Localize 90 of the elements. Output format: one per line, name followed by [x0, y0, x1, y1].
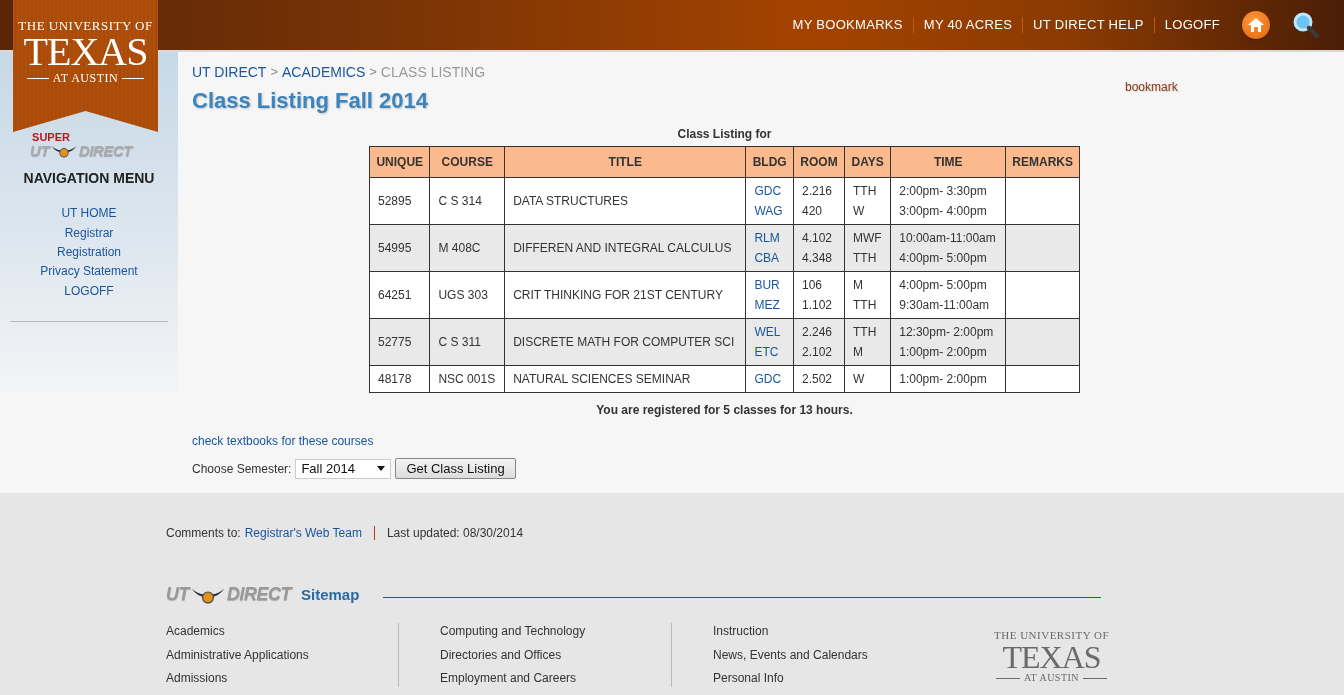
sitemap-link[interactable]: Academics: [166, 623, 398, 640]
logo-text: AT AUSTIN: [26, 72, 145, 84]
logo-text: THE UNIVERSITY OF: [994, 630, 1110, 641]
logo-wordmark: TEXAS: [23, 32, 148, 72]
table-cell: 54995: [369, 224, 430, 272]
bookmark-link[interactable]: bookmark: [1125, 80, 1178, 94]
column-header: DAYS: [844, 146, 891, 178]
logo-wordmark: TEXAS: [1002, 641, 1101, 673]
column-header: UNIQUE: [369, 146, 430, 178]
table-cell: TTH W: [844, 177, 891, 225]
search-icon[interactable]: [1292, 11, 1320, 39]
nav-heading: NAVIGATION MENU: [23, 170, 155, 187]
table-cell: NATURAL SCIENCES SEMINAR: [504, 365, 746, 393]
table-cell: 2:00pm- 3:30pm 3:00pm- 4:00pm: [890, 177, 1006, 225]
table-cell: 1:00pm- 2:00pm: [890, 365, 1006, 393]
table-cell[interactable]: WEL ETC: [745, 318, 794, 366]
table-cell: TTH M: [844, 318, 891, 366]
table-cell: M 408C: [429, 224, 505, 272]
nav-link[interactable]: LOGOFF: [1153, 17, 1230, 33]
table-cell: DATA STRUCTURES: [504, 177, 746, 225]
badge-text: UT: [166, 584, 189, 605]
sidebar-link[interactable]: Privacy Statement: [40, 262, 138, 282]
table-cell: C S 311: [429, 318, 505, 366]
table-cell: 106 1.102: [793, 271, 845, 319]
table-cell: 52895: [369, 177, 430, 225]
column-header: BLDG: [745, 146, 794, 178]
sitemap-link[interactable]: Directories and Offices: [440, 646, 671, 663]
registration-summary: You are registered for 5 classes for 13 hours.: [596, 403, 853, 417]
column-header: COURSE: [429, 146, 505, 178]
comments-label: Comments to:: [166, 526, 241, 540]
table-cell[interactable]: GDC WAG: [745, 177, 794, 225]
badge-text: DIRECT: [227, 584, 291, 605]
logo-text: THE UNIVERSITY OF: [18, 19, 153, 32]
sitemap-link[interactable]: Administrative Applications: [166, 646, 398, 663]
breadcrumb-link[interactable]: UT DIRECT: [192, 64, 267, 80]
table-cell: C S 314: [429, 177, 505, 225]
home-button[interactable]: [1242, 11, 1270, 39]
column-header: TITLE: [504, 146, 746, 178]
table-cell: CRIT THINKING FOR 21ST CENTURY: [504, 271, 746, 319]
breadcrumb-link[interactable]: ACADEMICS: [282, 64, 366, 80]
sidebar-link[interactable]: UT HOME: [61, 204, 117, 224]
column-header: TIME: [890, 146, 1006, 178]
column-header: ROOM: [793, 146, 845, 178]
nav-link[interactable]: UT DIRECT HELP: [1022, 17, 1154, 33]
page-title: Class Listing Fall 2014: [192, 88, 429, 114]
textbooks-link[interactable]: check textbooks for these courses: [192, 434, 1344, 448]
home-icon: [1248, 18, 1264, 32]
nav-link[interactable]: MY 40 ACRES: [912, 17, 1023, 33]
table-cell: 64251: [369, 271, 430, 319]
sitemap-link[interactable]: Computing and Technology: [440, 623, 671, 640]
table-cell: 12:30pm- 2:00pm 1:00pm- 2:00pm: [890, 318, 1006, 366]
logo-text: AT AUSTIN: [995, 673, 1108, 683]
sitemap-link[interactable]: Admissions: [166, 670, 398, 687]
sidebar-link[interactable]: Registrar: [64, 223, 114, 243]
badge-text: DIRECT: [79, 143, 132, 159]
table-cell: 4:00pm- 5:00pm 9:30am-11:00am: [890, 271, 1006, 319]
sitemap-link[interactable]: Instruction: [713, 623, 944, 640]
table-cell[interactable]: RLM CBA: [745, 224, 794, 272]
table-cell: 52775: [369, 318, 430, 366]
table-cell: NSC 001S: [429, 365, 505, 393]
table-cell: 2.246 2.102: [793, 318, 845, 366]
nav-link[interactable]: MY BOOKMARKS: [782, 17, 913, 33]
last-updated: Last updated: 08/30/2014: [386, 526, 524, 540]
table-cell[interactable]: BUR MEZ: [745, 271, 794, 319]
breadcrumb-separator: >: [369, 64, 377, 80]
semester-select[interactable]: Fall 2014: [295, 458, 392, 479]
sitemap-link[interactable]: News, Events and Calendars: [713, 646, 944, 663]
table-cell: MWF TTH: [844, 224, 891, 272]
table-caption: Class Listing for: [677, 127, 772, 141]
caret-icon: [377, 466, 386, 471]
sidebar-link[interactable]: LOGOFF: [64, 281, 114, 301]
sidebar-link[interactable]: Registration: [57, 243, 121, 263]
table-cell: M TTH: [844, 271, 891, 319]
badge-text: SUPER: [32, 132, 70, 143]
breadcrumb-separator: >: [270, 64, 278, 80]
badge-text: UT: [30, 143, 50, 159]
sitemap-link[interactable]: Employment and Careers: [440, 670, 671, 687]
table-cell: 10:00am-11:00am 4:00pm- 5:00pm: [890, 224, 1006, 272]
column-header: REMARKS: [1005, 146, 1080, 178]
table-cell: DIFFEREN AND INTEGRAL CALCULUS: [504, 224, 746, 272]
table-cell: DISCRETE MATH FOR COMPUTER SCI: [504, 318, 746, 366]
table-cell: 48178: [369, 365, 430, 393]
semester-label: Choose Semester:: [192, 461, 292, 476]
get-listing-button[interactable]: Get Class Listing: [395, 458, 516, 479]
sitemap-title: Sitemap: [301, 586, 360, 603]
table-cell: UGS 303: [429, 271, 505, 319]
table-cell: 4.102 4.348: [793, 224, 845, 272]
sitemap-link[interactable]: Personal Info: [713, 670, 944, 687]
table-cell: 2.216 420: [793, 177, 845, 225]
comments-link[interactable]: Registrar's Web Team: [244, 526, 362, 540]
